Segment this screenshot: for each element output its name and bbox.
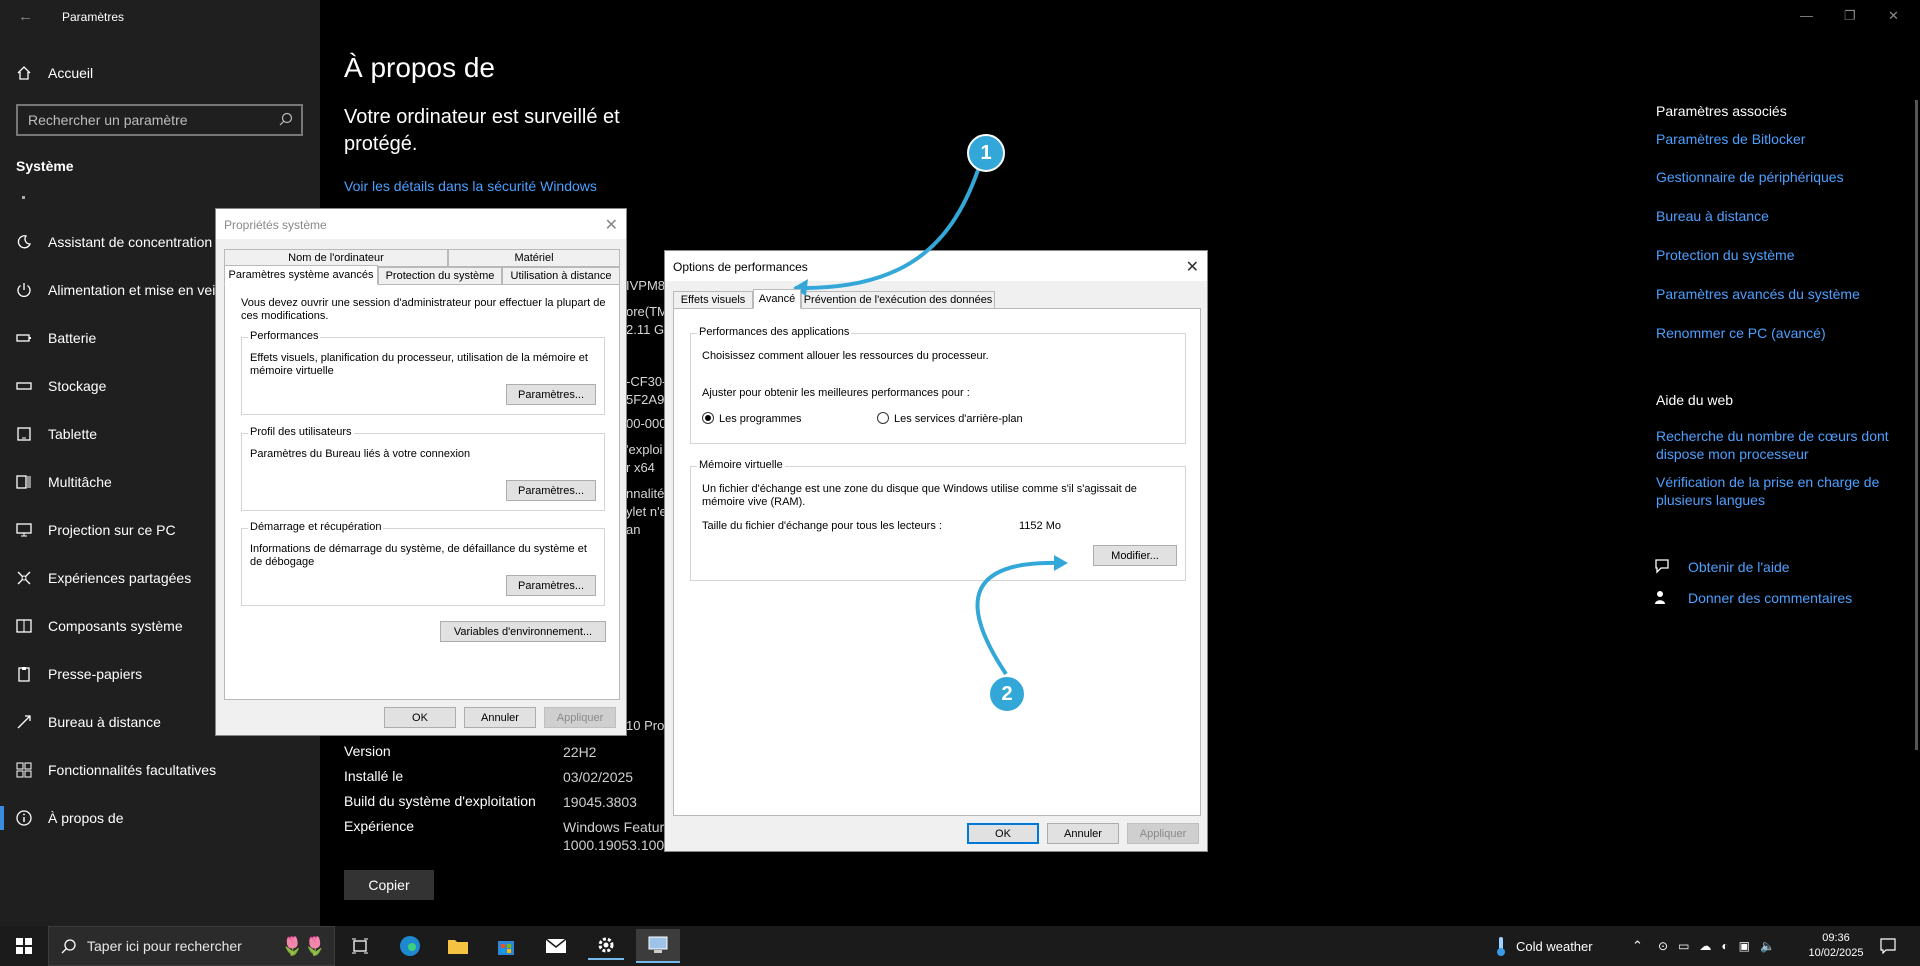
- annotation-arrow-1: [794, 169, 980, 291]
- search-placeholder: Taper ici pour rechercher: [87, 938, 242, 954]
- taskbar-search-input[interactable]: Taper ici pour rechercher 🌷🌷: [48, 926, 335, 966]
- display-icon[interactable]: ▣: [1739, 939, 1750, 953]
- system-properties-taskbar-icon[interactable]: [636, 929, 680, 963]
- annotation-arrows: [793, 169, 1068, 676]
- clock-time: 09:36: [1822, 932, 1850, 944]
- annotation-badge-1: 1: [967, 134, 1005, 172]
- tab-advanced[interactable]: Avancé: [753, 289, 801, 309]
- weather-label: Cold weather: [1516, 938, 1593, 954]
- meet-now-icon[interactable]: ⊙: [1658, 939, 1668, 953]
- thermometer-icon: [1494, 935, 1508, 957]
- search-icon: [61, 938, 77, 954]
- file-explorer-icon[interactable]: [440, 932, 476, 960]
- tulips-icon: 🌷🌷: [281, 935, 326, 956]
- network-drive-icon[interactable]: ▭: [1678, 939, 1689, 953]
- annotation-badge-2: 2: [988, 675, 1026, 713]
- taskbar: Taper ici pour rechercher 🌷🌷 Cold weathe…: [0, 926, 1920, 966]
- edge-icon[interactable]: [392, 932, 428, 960]
- windows-start-icon[interactable]: [6, 932, 42, 960]
- clock-date: 10/02/2025: [1808, 947, 1864, 959]
- tab-advanced[interactable]: Paramètres système avancés: [224, 265, 378, 285]
- task-view-icon[interactable]: [342, 932, 378, 960]
- mail-icon[interactable]: [538, 932, 574, 960]
- volume-icon[interactable]: 🔈: [1760, 939, 1775, 953]
- notification-center-icon[interactable]: [1880, 926, 1896, 966]
- store-icon[interactable]: [488, 932, 524, 960]
- system-tray-icons: ⊙ ▭ ☁ ◐ ▣ 🔈: [1658, 926, 1775, 966]
- annotation-arrow-2: [975, 560, 1061, 676]
- weather-widget[interactable]: Cold weather: [1494, 926, 1593, 966]
- annotation-arrowhead-2: [1054, 555, 1068, 571]
- show-hidden-icons-chevron-icon[interactable]: ⌃: [1632, 926, 1643, 966]
- clock[interactable]: 09:36 10/02/2025: [1808, 926, 1864, 966]
- onedrive-icon[interactable]: ◐: [1721, 939, 1728, 953]
- settings-gear-icon[interactable]: [588, 932, 624, 960]
- cloud-icon[interactable]: ☁: [1699, 939, 1711, 953]
